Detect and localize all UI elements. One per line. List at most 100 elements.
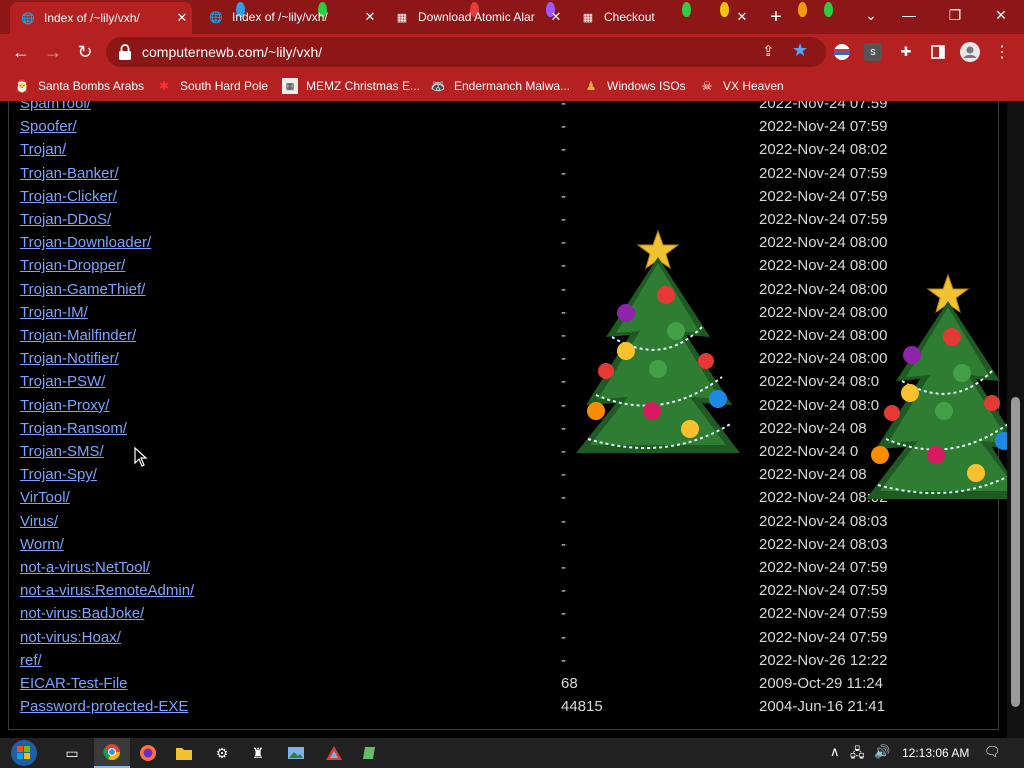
table-row: EICAR-Test-File 68 2009-Oct-29 11:24 xyxy=(9,673,999,696)
new-tab-button[interactable]: + xyxy=(764,6,788,28)
entry-size: 44815 xyxy=(561,698,603,716)
entry-modified-date: 2022-Nov-24 07:59 xyxy=(759,164,888,182)
notification-center-icon[interactable]: 🗨 xyxy=(984,744,1001,760)
directory-entry-link[interactable]: Trojan-SMS/ xyxy=(20,443,104,460)
flag-extension-icon[interactable] xyxy=(832,42,852,62)
table-row: Trojan-PSW/-2022-Nov-24 08:0 xyxy=(9,371,999,394)
reload-button[interactable]: ↻ xyxy=(72,39,98,65)
lock-icon xyxy=(119,44,131,60)
directory-entry-link[interactable]: EICAR-Test-File xyxy=(20,675,128,692)
directory-entry-link[interactable]: Trojan/ xyxy=(20,141,66,158)
table-row: Spoofer/ - 2022-Nov-24 07:59 xyxy=(9,116,999,139)
close-tab-icon[interactable]: ✕ xyxy=(360,9,380,25)
bookmark-endermanch-malware[interactable]: 🦝 Endermanch Malwa... xyxy=(430,76,571,96)
entry-modified-date: 2022-Nov-24 08:00 xyxy=(759,234,888,252)
directory-entry-link[interactable]: Trojan-IM/ xyxy=(20,304,88,321)
directory-entry-link[interactable]: Trojan-DDoS/ xyxy=(20,211,111,228)
entry-size: - xyxy=(561,280,566,298)
entry-modified-date: 2009-Oct-29 11:24 xyxy=(759,675,883,692)
directory-entry-link[interactable]: VirTool/ xyxy=(20,489,70,506)
entry-size: - xyxy=(561,605,566,623)
close-window-button[interactable]: ✕ xyxy=(978,0,1024,30)
entry-modified-date: 2022-Nov-24 08:02 xyxy=(759,141,888,159)
directory-entry-link[interactable]: not-a-virus:RemoteAdmin/ xyxy=(20,582,194,599)
image-viewer-taskbar-icon[interactable] xyxy=(278,738,314,768)
browser-toolbar: ← → ↻ computernewb.com/~lily/vxh/ ⇪ ★ s … xyxy=(0,34,1024,70)
restore-button[interactable]: ❐ xyxy=(932,0,978,30)
directory-entry-link[interactable]: Trojan-Proxy/ xyxy=(20,397,109,414)
directory-entry-link[interactable]: Trojan-Spy/ xyxy=(20,466,97,483)
bookmark-santa-bombs-arabs[interactable]: 🎅 Santa Bombs Arabs xyxy=(14,76,145,96)
tab-checkout[interactable]: ▦ Checkout ✕ xyxy=(570,4,752,30)
tab-index-of-lily-vxh-2[interactable]: 🌐 Index of /~lily/vxh/ ✕ xyxy=(198,4,380,30)
forward-button[interactable]: → xyxy=(40,39,66,65)
side-panel-icon[interactable] xyxy=(928,42,948,62)
directory-entry-link[interactable]: not-a-virus:NetTool/ xyxy=(20,559,150,576)
minimize-button[interactable]: — xyxy=(886,0,932,30)
directory-entry-link[interactable]: not-virus:Hoax/ xyxy=(20,629,121,646)
bookmark-memz-christmas[interactable]: ▦ MEMZ Christmas E... xyxy=(282,76,420,96)
bookmark-windows-isos[interactable]: ♟ Windows ISOs xyxy=(583,76,686,96)
tab-download-atomic-alarm[interactable]: ▦ Download Atomic Alar ✕ xyxy=(384,4,566,30)
menu-kebab-icon[interactable]: ⋮ xyxy=(992,42,1012,62)
entry-size: - xyxy=(561,373,566,391)
directory-entry-link[interactable]: Virus/ xyxy=(20,513,58,530)
entry-size: - xyxy=(561,628,566,646)
volume-icon[interactable]: 🔊 xyxy=(874,744,890,760)
directory-entry-link[interactable]: not-virus:BadJoke/ xyxy=(20,605,144,622)
directory-entry-link[interactable]: Trojan-Ransom/ xyxy=(20,420,127,437)
directory-entry-link[interactable]: Trojan-GameThief/ xyxy=(20,281,145,298)
directory-entry-link[interactable]: Trojan-Downloader/ xyxy=(20,234,151,251)
task-view-icon[interactable]: ▭ xyxy=(54,738,90,768)
back-button[interactable]: ← xyxy=(8,39,34,65)
directory-entry-link[interactable]: Spoofer/ xyxy=(20,118,77,135)
start-button[interactable] xyxy=(0,738,48,768)
directory-entry-link[interactable]: Trojan-Notifier/ xyxy=(20,350,119,367)
directory-entry-link[interactable]: ref/ xyxy=(20,652,42,669)
directory-entry-link[interactable]: Trojan-Clicker/ xyxy=(20,188,117,205)
christmas-tree-decoration xyxy=(576,229,740,453)
tab-index-of-lily-vxh[interactable]: 🌐 Index of /~lily/vxh/ ✕ xyxy=(10,2,192,34)
address-bar[interactable]: computernewb.com/~lily/vxh/ ⇪ ★ xyxy=(106,37,826,67)
directory-entry-link[interactable]: Trojan-Dropper/ xyxy=(20,257,125,274)
globe-icon: 🌐 xyxy=(209,11,223,24)
page-scrollbar[interactable] xyxy=(1007,101,1024,738)
taskbar-clock[interactable]: 12:13:06 AM xyxy=(902,746,969,760)
share-icon[interactable]: ⇪ xyxy=(762,42,775,60)
profile-avatar-icon[interactable] xyxy=(960,42,980,62)
directory-entry-link[interactable]: Worm/ xyxy=(20,536,64,553)
settings-gear-icon[interactable]: ⚙ xyxy=(204,738,240,768)
firefox-taskbar-icon[interactable] xyxy=(130,738,166,768)
directory-entry-link[interactable]: SpamTool/ xyxy=(20,101,91,112)
bookmark-star-icon[interactable]: ★ xyxy=(792,40,808,61)
file-explorer-icon[interactable] xyxy=(166,738,202,768)
tab-label: Download Atomic Alar xyxy=(418,10,535,24)
table-row: Trojan-IM/-2022-Nov-24 08:00 xyxy=(9,302,999,325)
network-icon[interactable]: 🖧 xyxy=(850,744,865,766)
directory-entry-link[interactable]: Password-protected-EXE xyxy=(20,698,188,715)
triangle-app-taskbar-icon[interactable] xyxy=(316,738,352,768)
close-tab-icon[interactable]: ✕ xyxy=(546,9,566,25)
directory-entry-link[interactable]: Trojan-Mailfinder/ xyxy=(20,327,136,344)
directory-entry-link[interactable]: Trojan-Banker/ xyxy=(20,165,119,182)
chrome-taskbar-icon[interactable] xyxy=(94,738,130,768)
entry-size: - xyxy=(561,350,566,368)
close-tab-icon[interactable]: ✕ xyxy=(732,9,752,25)
green-app-taskbar-icon[interactable] xyxy=(352,738,388,768)
table-row: Trojan-DDoS/ - 2022-Nov-24 07:59 xyxy=(9,209,999,232)
table-row: Trojan-SMS/ - 2022-Nov-24 0 xyxy=(9,441,999,464)
app-taskbar-icon[interactable]: ♜ xyxy=(240,738,276,768)
puzzle-extensions-icon[interactable]: ✚ xyxy=(896,42,916,62)
bookmark-label: Endermanch Malwa... xyxy=(454,79,571,93)
bookmark-vx-heaven[interactable]: ☠ VX Heaven xyxy=(699,76,784,96)
scrollbar-thumb[interactable] xyxy=(1011,397,1020,707)
show-hidden-icons-chevron-icon[interactable]: ∧ xyxy=(830,744,840,760)
bookmark-south-hard-pole[interactable]: ✱ South Hard Pole xyxy=(156,76,268,96)
raccoon-icon: 🦝 xyxy=(430,79,446,93)
extension-s-icon[interactable]: s xyxy=(864,43,882,61)
close-tab-icon[interactable]: ✕ xyxy=(172,10,192,26)
directory-entry-link[interactable]: Trojan-PSW/ xyxy=(20,373,105,390)
tab-strip: 🌐 Index of /~lily/vxh/ ✕ 🌐 Index of /~li… xyxy=(0,0,1024,34)
table-row: ref/ - 2022-Nov-26 12:22 xyxy=(9,650,999,673)
entry-modified-date: 2022-Nov-24 07:59 xyxy=(759,187,888,205)
